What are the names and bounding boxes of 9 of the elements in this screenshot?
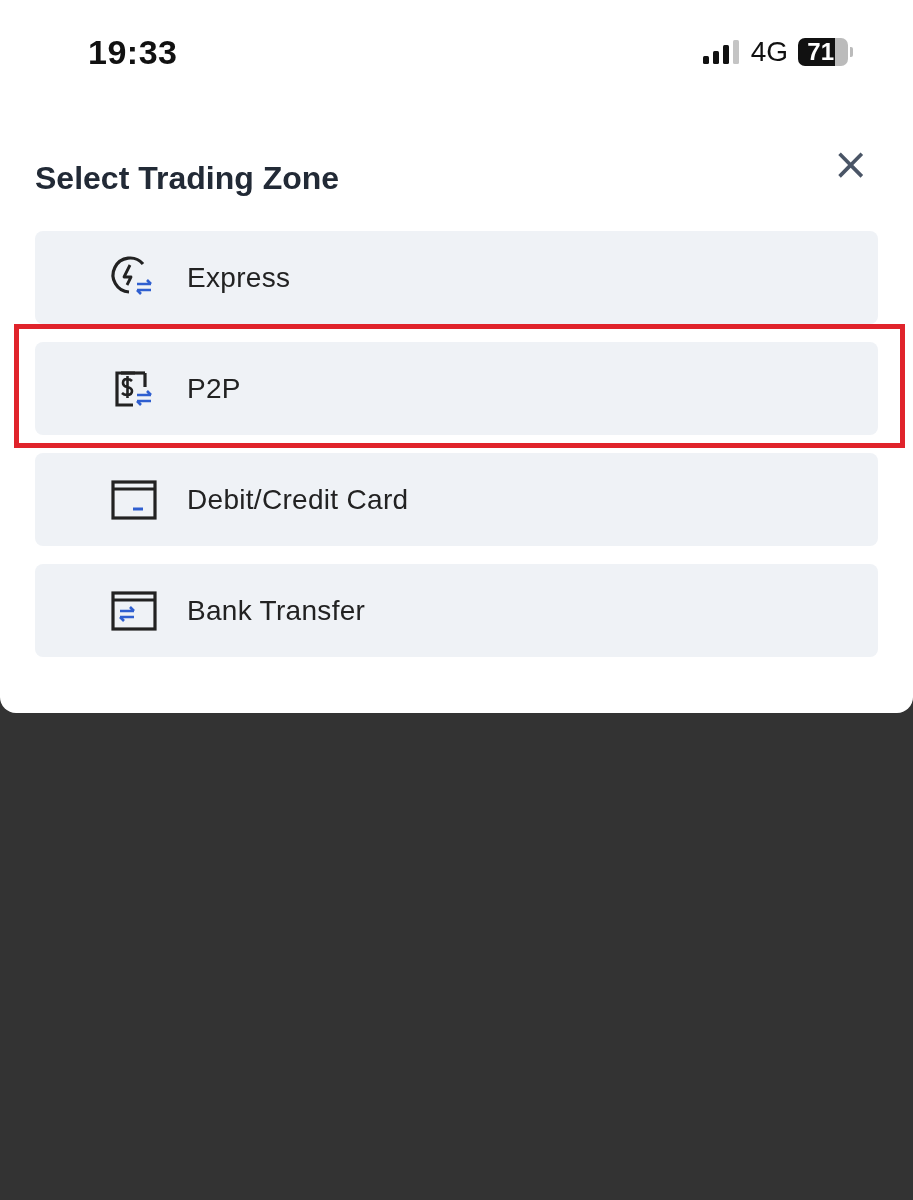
close-button[interactable]: × <box>832 142 869 186</box>
trading-zone-option[interactable]: Debit/Credit Card <box>35 453 878 546</box>
signal-icon <box>702 40 741 64</box>
network-label: 4G <box>750 36 788 68</box>
trading-zone-option[interactable]: P2P <box>35 342 878 435</box>
trading-zone-option[interactable]: Express <box>35 231 878 324</box>
sheet-title: Select Trading Zone <box>35 159 340 197</box>
status-time: 19:33 <box>88 32 179 72</box>
trading-zone-option[interactable]: Bank Transfer <box>35 564 878 657</box>
